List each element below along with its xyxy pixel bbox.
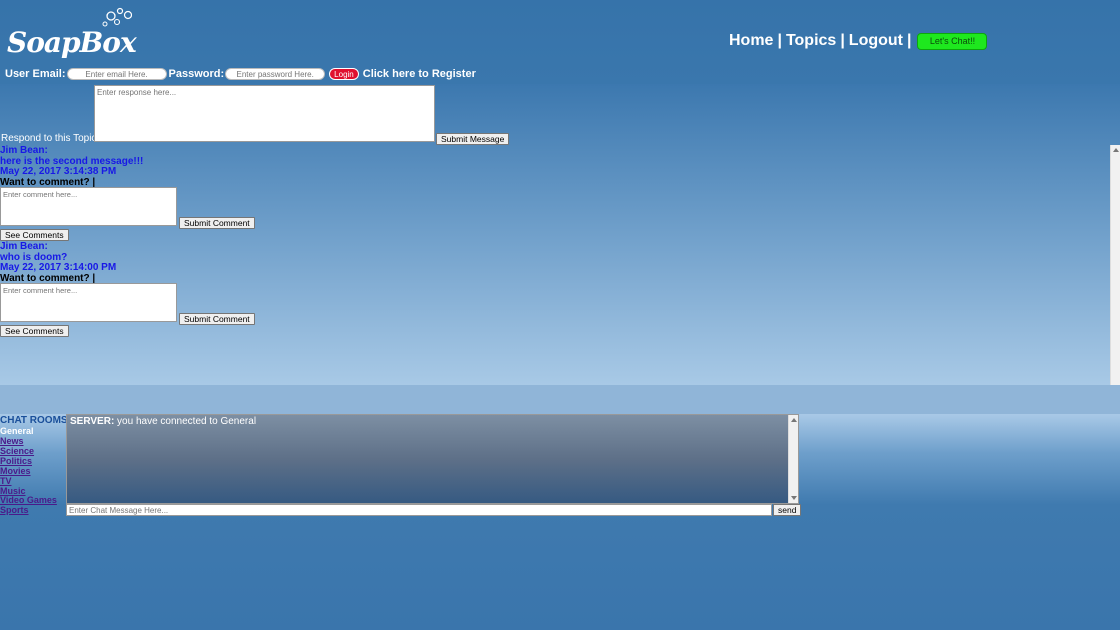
chat-log: SERVER: you have connected to General [66, 414, 799, 504]
nav-separator: | [777, 32, 782, 49]
submit-comment-button[interactable]: Submit Comment [179, 313, 255, 325]
send-button[interactable]: send [773, 504, 802, 516]
password-label: Password: [168, 68, 225, 80]
password-field[interactable] [225, 68, 326, 80]
submit-message-button[interactable]: Submit Message [436, 133, 510, 145]
chat-room-news[interactable]: News [0, 436, 24, 446]
message-date: May 22, 2017 3:14:00 PM [0, 262, 117, 273]
section-divider [0, 385, 1120, 414]
nav-separator: | [840, 32, 845, 49]
lets-chat-button[interactable]: Let's Chat!! [917, 32, 988, 50]
comment-input[interactable] [0, 187, 177, 226]
chat-room-science[interactable]: Science [0, 446, 34, 456]
response-input[interactable] [94, 85, 435, 142]
header: SoapBox Home | Topics | Logout | Let's C… [0, 0, 1120, 84]
nav-home-link[interactable]: Home [729, 32, 773, 50]
comment-input[interactable] [0, 283, 177, 322]
message-date: May 22, 2017 3:14:38 PM [0, 166, 117, 177]
email-label: User Email: [5, 68, 66, 80]
scroll-up-icon[interactable] [1113, 148, 1119, 152]
chat-area: CHAT ROOMS General News Science Politics… [0, 414, 1120, 630]
chat-room-sports[interactable]: Sports [0, 505, 29, 515]
chat-room-politics[interactable]: Politics [0, 456, 32, 466]
topics-scrollbar[interactable] [1110, 145, 1120, 396]
nav-separator: | [907, 32, 912, 49]
logo-text: SoapBox [7, 26, 137, 59]
main-nav: Home | Topics | Logout | Let's Chat!! [729, 31, 988, 51]
email-field[interactable] [66, 68, 167, 80]
chat-message: SERVER: you have connected to General [70, 416, 256, 427]
scroll-up-icon[interactable] [791, 418, 797, 422]
topic-area: Respond to this Topic Submit Message Jim… [0, 84, 1120, 385]
chat-message-input[interactable] [66, 504, 772, 516]
nav-logout-link[interactable]: Logout [849, 32, 903, 50]
chat-scrollbar[interactable] [788, 415, 798, 503]
register-link[interactable]: Click here to Register [363, 68, 476, 80]
submit-comment-button[interactable]: Submit Comment [179, 217, 255, 229]
login-button[interactable]: Login [329, 68, 359, 80]
scroll-down-icon[interactable] [791, 496, 797, 500]
see-comments-button[interactable]: See Comments [0, 325, 69, 337]
chat-room-movies[interactable]: Movies [0, 466, 31, 476]
see-comments-button[interactable]: See Comments [0, 229, 69, 241]
soapbox-logo[interactable]: SoapBox [7, 6, 137, 59]
login-bar: User Email: Password: Login Click here t… [5, 67, 476, 81]
chat-room-tv[interactable]: TV [0, 476, 12, 486]
message-author: Jim Bean: [0, 241, 48, 252]
server-message: you have connected to General [114, 416, 257, 427]
chat-rooms-title: CHAT ROOMS [0, 415, 68, 426]
message-author: Jim Bean: [0, 145, 48, 156]
chat-room-general[interactable]: General [0, 426, 34, 436]
respond-label: Respond to this Topic [1, 133, 97, 144]
nav-topics-link[interactable]: Topics [786, 32, 836, 50]
chat-room-video-games[interactable]: Video Games [0, 495, 57, 505]
server-label: SERVER: [70, 416, 115, 427]
